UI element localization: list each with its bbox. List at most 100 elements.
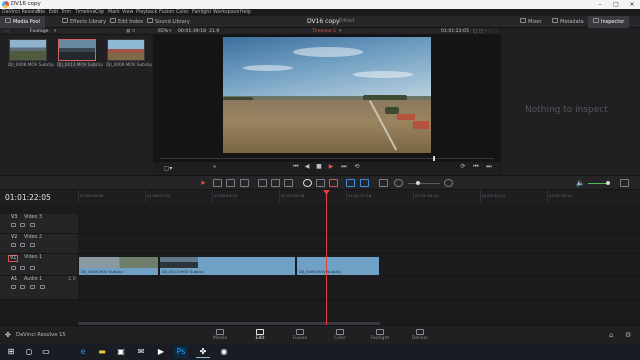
settings-gear-icon[interactable]: ⚙ [625,331,631,339]
store-icon[interactable]: ▣ [114,346,128,358]
menu-fairlight[interactable]: Fairlight [192,9,211,16]
zoom-slider-handle[interactable] [416,181,420,185]
menu-trim[interactable]: Trim [61,9,71,16]
volume-slider-handle[interactable] [606,181,610,185]
audio-meter-icon[interactable] [620,179,629,187]
zoom-dropdown-icon[interactable]: ▾ [169,28,171,35]
page-tab-fusion[interactable]: Fusion [285,328,315,344]
menu-mark[interactable]: Mark [108,9,120,16]
insert-clip-icon[interactable] [258,179,267,187]
bin-dropdown-icon[interactable]: ▾ [54,28,56,35]
track-visibility-icon[interactable] [30,223,35,227]
mute-track-icon[interactable] [40,285,45,289]
menu-fusion[interactable]: Fusion [159,9,174,16]
maximize-icon[interactable]: □ [608,0,624,9]
timeline-clip[interactable]: DJI_0013.MOV Subclip [159,256,296,276]
bin-nav-icon[interactable]: ‹ › [4,28,9,35]
sound-library-button[interactable]: Sound Library [147,16,190,28]
volume-slider[interactable] [588,183,608,184]
metadata-button[interactable]: Metadata [552,16,584,28]
track-lane-a1[interactable] [78,276,640,300]
page-tab-color[interactable]: Color [325,328,355,344]
solo-track-icon[interactable] [30,285,35,289]
timeline-ruler[interactable]: 01:00:00:00 01:00:21:22 01:00:43:20 01:0… [78,190,640,202]
blade-tool-icon[interactable] [240,179,249,187]
selection-tool-icon[interactable]: ➤ [200,179,209,187]
dynamic-trim-icon[interactable] [226,179,235,187]
flag-icon[interactable] [346,179,355,187]
media-clip-thumbnail[interactable]: DJI_0013.MOV Subclip [57,39,103,68]
track-header-v3[interactable]: V3 Video 3 [0,214,78,234]
track-header-v2[interactable]: V2 Video 2 [0,234,78,254]
next-edit-icon[interactable]: ⏭ [485,163,493,171]
auto-select-icon[interactable] [20,223,25,227]
last-frame-icon[interactable]: ⏭ [340,163,348,171]
page-tab-deliver[interactable]: Deliver [405,328,435,344]
page-tab-fairlight[interactable]: Fairlight [365,328,395,344]
track-lane-v2[interactable] [78,234,640,254]
track-lane-v3[interactable] [78,214,640,234]
menu-davinci-resolve[interactable]: DaVinci Resolve [2,9,40,16]
page-tab-media[interactable]: Media [205,328,235,344]
menu-view[interactable]: View [122,9,133,16]
file-explorer-icon[interactable]: ▬ [95,346,109,358]
menu-workspace[interactable]: Workspace [213,9,239,16]
trim-tool-icon[interactable] [213,179,222,187]
track-name[interactable]: Video 2 [24,235,42,240]
track-visibility-icon[interactable] [30,243,35,247]
edge-browser-icon[interactable]: e [76,346,90,358]
play-reverse-icon[interactable]: ◀ [303,163,311,171]
zoom-in-icon[interactable] [444,179,453,187]
lock-track-icon[interactable] [11,285,16,289]
close-icon[interactable]: ✕ [624,0,640,9]
windows-start-icon[interactable]: ⊞ [4,346,18,358]
marker-icon[interactable] [360,179,369,187]
home-icon[interactable]: ⌂ [609,331,613,339]
page-tab-edit[interactable]: Edit [245,328,275,344]
first-frame-icon[interactable]: ⏮ [292,163,300,171]
auto-select-icon[interactable] [20,266,25,270]
lock-track-icon[interactable] [11,243,16,247]
mixer-button[interactable]: Mixer [520,16,542,28]
track-name[interactable]: Video 3 [24,215,42,220]
timeline-playhead[interactable] [326,190,327,325]
viewer-playhead-marker[interactable] [433,156,435,161]
timeline-view-options-icon[interactable] [379,179,388,187]
track-header-a1[interactable]: A1 Audio 1 2.0 [0,276,78,300]
loop-icon[interactable]: ⟲ [353,163,361,171]
track-name[interactable]: Audio 1 [24,277,42,282]
timeline-clip[interactable]: DJI_0008.MOV Subclip [78,256,159,276]
media-clip-thumbnail[interactable]: DJI_0009.MOV Subclip [106,39,152,68]
menu-clip[interactable]: Clip [95,9,104,16]
edit-index-button[interactable]: Edit Index [110,16,143,28]
timeline-zoom-slider[interactable] [408,183,440,184]
task-view-icon[interactable]: ▭ [39,346,53,358]
track-id[interactable]: V1 [8,255,19,262]
media-clip-thumbnail[interactable]: DJI_0008.MOV Subclip [8,39,54,68]
play-icon[interactable]: ▶ [327,163,335,171]
menu-timeline[interactable]: Timeline [75,9,95,16]
bin-name[interactable]: Footage [30,28,48,35]
mail-icon[interactable]: ✉ [134,346,148,358]
lock-track-icon[interactable] [11,223,16,227]
match-frame-icon[interactable]: ⟳ [459,163,467,171]
media-pool-button[interactable]: Media Pool [0,16,45,28]
viewer-options-icon[interactable]: ▢ ▢ ⋯ [473,28,489,35]
track-header-v1[interactable]: V1 Video 1 [0,254,78,276]
auto-select-icon[interactable] [20,285,25,289]
photoshop-icon[interactable]: Ps [174,346,188,358]
track-name[interactable]: Video 1 [24,255,42,260]
timeline-name[interactable]: Timeline 1 [312,28,336,35]
viewer-layout-icon[interactable]: ▢▾ [160,165,176,173]
track-visibility-icon[interactable] [30,266,35,270]
timeline-clip[interactable]: DJI_0009.MOV Subclip [296,256,380,276]
menu-help[interactable]: Help [240,9,251,16]
search-icon[interactable]: ○ [22,346,36,358]
zoom-level[interactable]: 65% [158,28,168,35]
replace-clip-icon[interactable] [284,179,293,187]
minimize-icon[interactable]: – [592,0,608,9]
menu-edit[interactable]: Edit [49,9,58,16]
lock-track-icon[interactable] [11,266,16,270]
menu-playback[interactable]: Playback [136,9,157,16]
viewer-scrubber[interactable] [160,158,494,159]
